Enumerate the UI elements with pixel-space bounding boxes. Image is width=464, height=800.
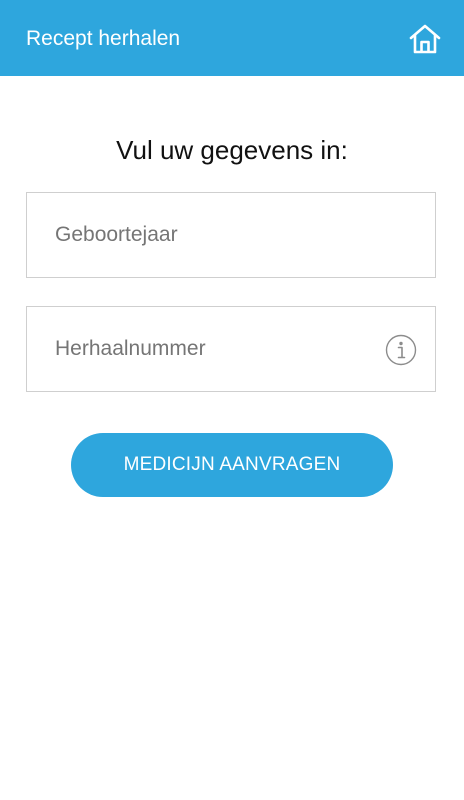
- app-screen: Recept herhalen Vul uw gegevens in: MEDI…: [0, 0, 464, 800]
- birthyear-field: [26, 192, 436, 278]
- info-button[interactable]: [385, 334, 417, 366]
- repeat-number-input[interactable]: [27, 307, 435, 391]
- request-medication-button[interactable]: MEDICIJN AANVRAGEN: [71, 433, 393, 497]
- info-icon: [385, 334, 417, 366]
- app-header: Recept herhalen: [0, 0, 464, 76]
- form-prompt: Vul uw gegevens in:: [116, 135, 348, 165]
- birthyear-input[interactable]: [27, 193, 435, 277]
- home-button[interactable]: [408, 22, 442, 56]
- page-title: Recept herhalen: [26, 27, 181, 50]
- repeat-number-field: [26, 306, 436, 392]
- home-icon: [409, 24, 441, 54]
